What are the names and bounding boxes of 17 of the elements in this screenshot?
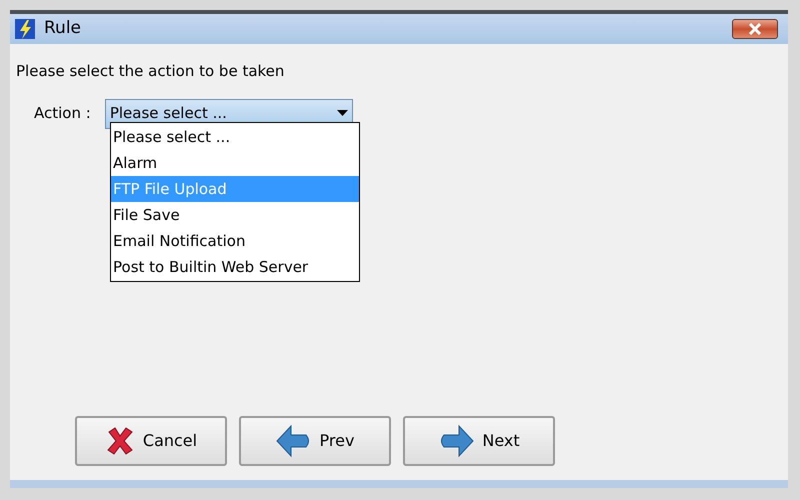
close-icon [748,23,762,35]
cancel-button[interactable]: Cancel [75,416,227,466]
prev-button[interactable]: Prev [239,416,391,466]
next-button[interactable]: Next [403,416,555,466]
window-title: Rule [44,17,82,40]
left-arrow-icon [276,424,312,458]
action-label: Action : [34,103,91,124]
dropdown-option[interactable]: Alarm [111,150,359,176]
dropdown-option[interactable]: File Save [111,202,359,228]
dropdown-option[interactable]: Email Notification [111,228,359,254]
dropdown-option[interactable]: Post to Builtin Web Server [111,254,359,280]
dropdown-arrow-icon [336,110,348,117]
close-button[interactable] [732,19,778,39]
right-arrow-icon [438,424,474,458]
instruction-text: Please select the action to be taken [15,61,286,82]
cross-icon [104,426,135,456]
lightning-icon [14,18,36,40]
